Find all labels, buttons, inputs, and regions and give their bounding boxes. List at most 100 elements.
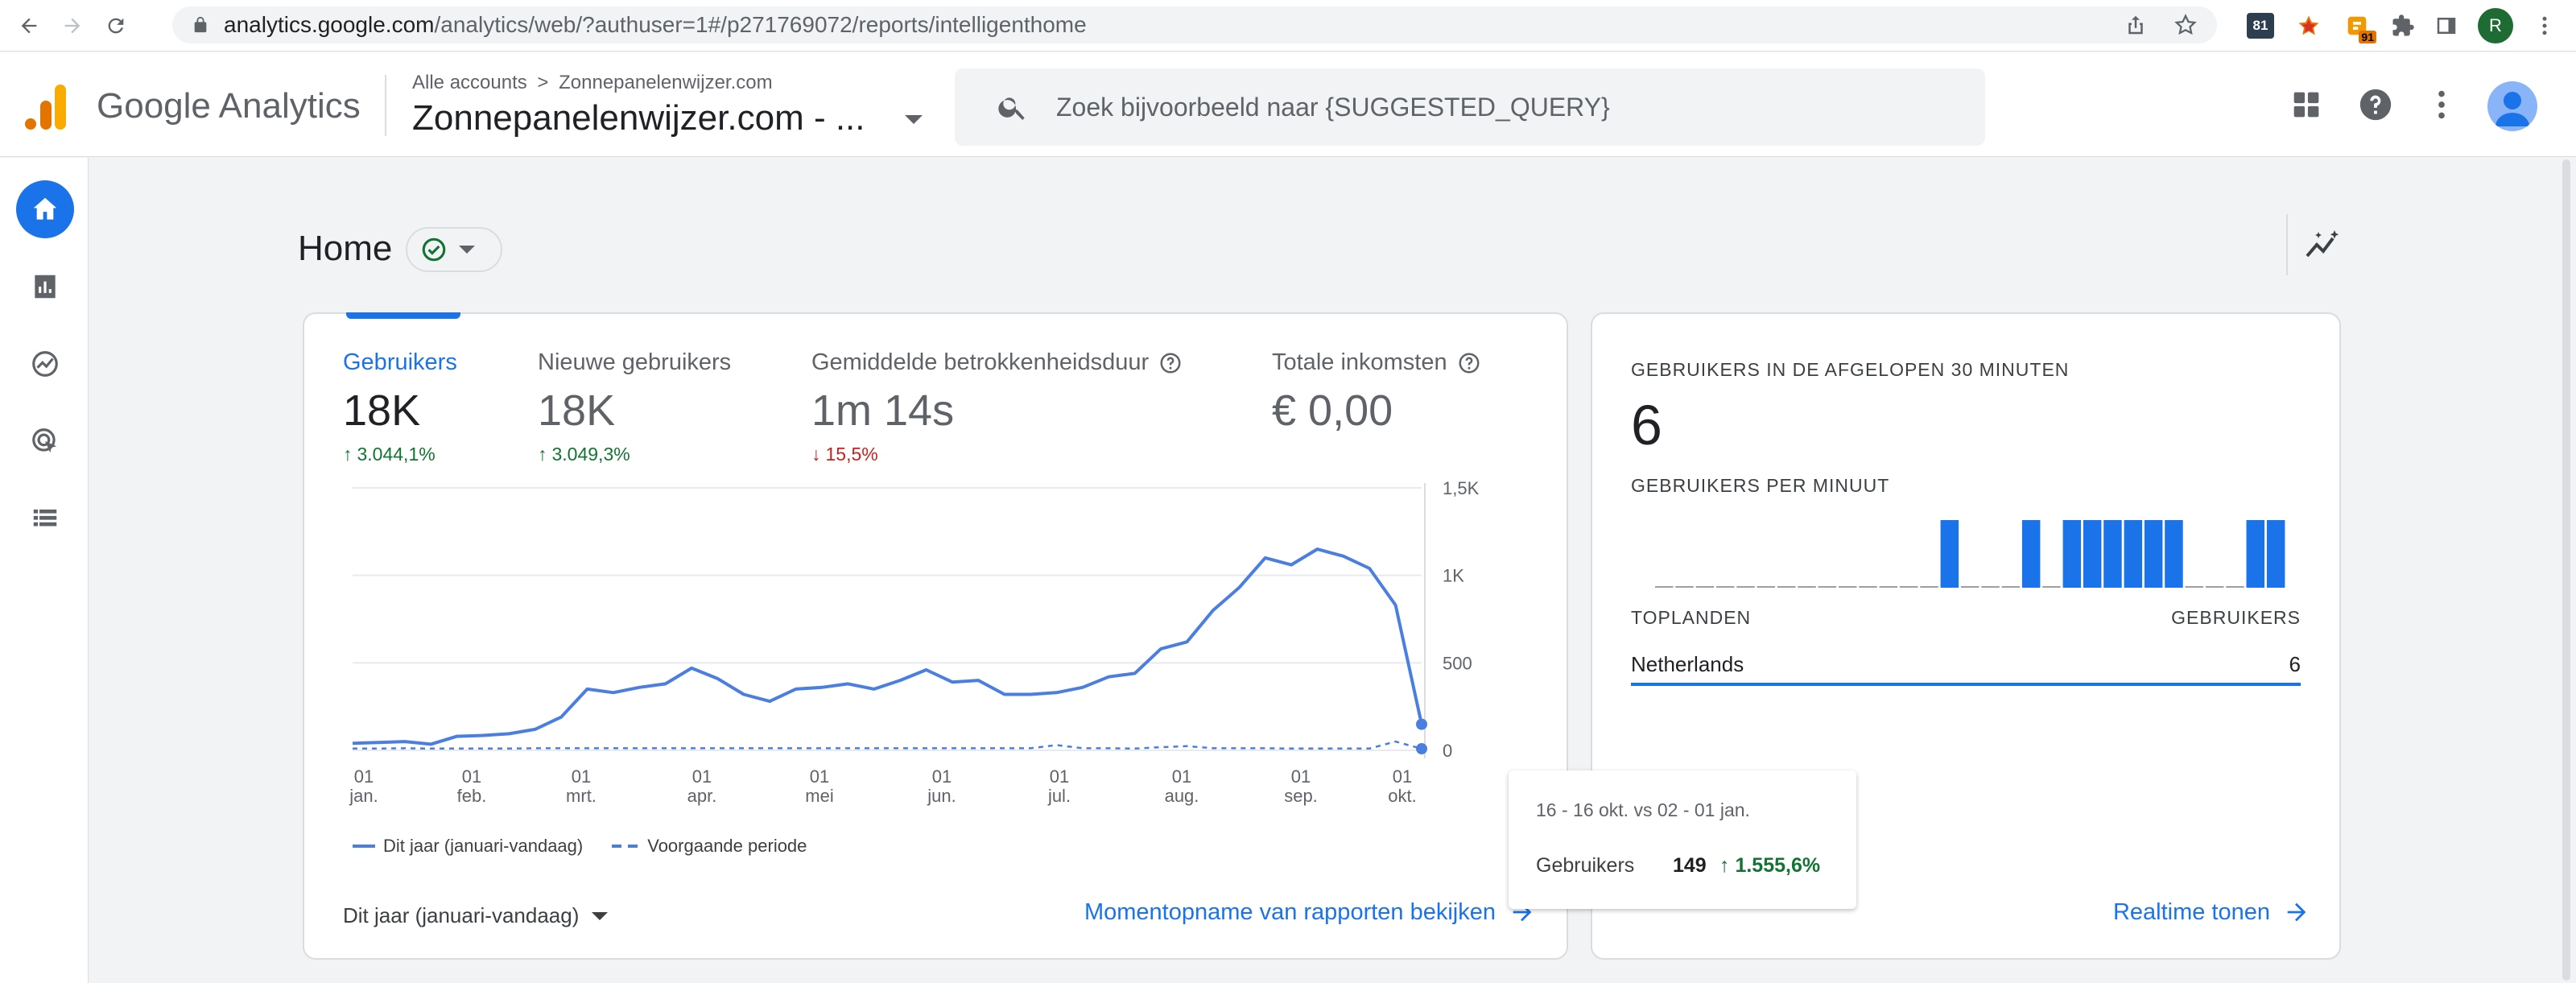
forward-button[interactable]	[53, 6, 92, 45]
more-options-icon[interactable]	[2423, 86, 2460, 123]
help-circle-icon[interactable]	[1457, 351, 1481, 375]
metric-tab-new-users[interactable]: Nieuwe gebruikers 18K ↑ 3.049,3%	[538, 349, 731, 465]
overview-card: Gebruikers 18K ↑ 3.044,1% Nieuwe gebruike…	[303, 312, 1568, 960]
per-minute-bar	[2083, 520, 2102, 588]
link-label: Momentopname van rapporten bekijken	[1084, 898, 1496, 925]
per-minute-bar	[2144, 520, 2163, 588]
bookmark-star-icon[interactable]	[2174, 13, 2198, 37]
metric-tab-engagement[interactable]: Gemiddelde betrokkenheidsduur 1m 14s ↓ 15…	[811, 349, 1183, 465]
per-minute-bar	[2103, 520, 2122, 588]
x-tick-label: 01 sep.	[1284, 766, 1318, 806]
status-chip[interactable]	[406, 227, 502, 272]
per-minute-bar	[2124, 520, 2143, 588]
per-minute-bar	[1818, 586, 1837, 588]
column-header-users: GEBRUIKERS	[2171, 607, 2301, 628]
help-icon[interactable]	[2357, 86, 2394, 123]
chart-legend: Dit jaar (januari-vandaag) Voorgaande pe…	[353, 836, 807, 857]
arrow-left-icon	[21, 18, 37, 33]
country-name: Netherlands	[1631, 652, 1744, 676]
per-minute-bar	[1655, 586, 1674, 588]
address-bar[interactable]: analytics.google.com/analytics/web/?auth…	[172, 6, 2217, 43]
view-snapshot-link[interactable]: Momentopname van rapporten bekijken	[1084, 898, 1536, 926]
series-end-point	[1416, 718, 1427, 730]
tooltip-value: 149	[1673, 854, 1707, 877]
extensions-puzzle-icon[interactable]	[2391, 14, 2415, 38]
browser-profile-avatar[interactable]: R	[2478, 8, 2513, 43]
per-minute-bar	[2165, 520, 2183, 588]
y-tick-label: 0	[1443, 741, 1452, 761]
metric-label: Nieuwe gebruikers	[538, 349, 732, 375]
realtime-users-value: 6	[1631, 394, 1662, 456]
per-minute-bar	[1736, 586, 1755, 588]
users-per-minute-chart	[1655, 520, 2285, 588]
extension-1-icon[interactable]: 81	[2246, 11, 2275, 40]
insights-icon[interactable]	[2304, 227, 2343, 262]
tooltip-metric: Gebruikers	[1536, 854, 1635, 877]
explore-icon	[32, 351, 58, 377]
realtime-link[interactable]: Realtime tonen	[2113, 898, 2310, 926]
extension-badge: 81	[2247, 13, 2274, 39]
metric-tab-revenue[interactable]: Totale inkomsten € 0,00	[1272, 349, 1481, 436]
metric-delta-value: 15,5%	[825, 444, 878, 465]
per-minute-bar	[2021, 520, 2041, 588]
nav-advertising[interactable]	[16, 412, 74, 470]
nav-explore[interactable]	[16, 335, 74, 393]
nav-configure[interactable]	[16, 489, 74, 547]
property-dropdown-icon[interactable]	[905, 115, 923, 124]
arrow-right-icon	[2287, 902, 2306, 922]
check-circle-icon	[422, 237, 446, 262]
date-range-value: Dit jaar (januari-vandaag)	[343, 903, 580, 927]
per-minute-bar	[1695, 586, 1715, 588]
back-button[interactable]	[10, 6, 48, 45]
nav-home[interactable]	[16, 180, 74, 238]
x-tick-label: 01 jun.	[927, 766, 956, 806]
scrollbar-thumb[interactable]	[2562, 159, 2570, 981]
date-range-select[interactable]: Dit jaar (januari-vandaag)	[343, 903, 609, 928]
help-circle-icon[interactable]	[1158, 351, 1183, 375]
per-minute-bar	[1716, 586, 1735, 588]
tooltip-delta-value: 1.555,6%	[1735, 854, 1821, 877]
per-minute-bar	[1981, 586, 2000, 588]
page-scrollbar[interactable]	[2560, 158, 2573, 983]
users-line-chart: 1,5K 1K 500 0 01 jan. 01 feb. 01 mrt. 01 apr. 01 mei 0…	[349, 478, 1479, 806]
browser-menu-icon[interactable]	[2533, 14, 2557, 38]
country-users: 6	[2289, 652, 2301, 676]
breadcrumb-account[interactable]: Zonnepanelenwijzer.com	[559, 72, 773, 93]
nav-reports[interactable]	[16, 258, 74, 316]
x-tick-label: 01 jan.	[349, 766, 378, 806]
x-tick-label: 01 aug.	[1165, 766, 1199, 806]
share-icon[interactable]	[2124, 13, 2148, 37]
legend-swatch-solid	[353, 845, 375, 848]
per-minute-bar	[2062, 520, 2082, 588]
metric-label: Gemiddelde betrokkenheidsduur	[811, 349, 1150, 375]
account-avatar[interactable]	[2487, 81, 2537, 131]
search-icon	[998, 97, 1025, 120]
tooltip-date: 16 - 16 okt. vs 02 - 01 jan.	[1536, 799, 1750, 820]
url-path: /analytics/web/?authuser=1#/p271769072/r…	[434, 12, 1087, 37]
per-minute-bar	[1960, 586, 1979, 588]
extension-orange-icon[interactable]: 91	[2343, 11, 2376, 43]
side-panel-icon[interactable]	[2434, 14, 2458, 38]
extension-count-badge: 91	[2359, 31, 2376, 43]
per-minute-label: GEBRUIKERS PER MINUUT	[1631, 475, 1890, 496]
metric-tab-users[interactable]: Gebruikers 18K ↑ 3.044,1%	[343, 349, 457, 465]
y-tick-label: 500	[1443, 653, 1472, 673]
reload-button[interactable]	[97, 6, 135, 45]
breadcrumb-root[interactable]: Alle accounts	[412, 72, 527, 93]
metric-delta: ↓ 15,5%	[811, 444, 1183, 465]
apps-grid-icon[interactable]	[2288, 86, 2325, 123]
search-input[interactable]: Zoek bijvoorbeeld naar {SUGGESTED_QUERY}	[955, 68, 1985, 146]
breadcrumb-separator: >	[537, 72, 549, 93]
series-line-previous	[353, 740, 1422, 750]
per-minute-bar	[1859, 586, 1877, 588]
person-icon	[2496, 92, 2529, 126]
property-selector[interactable]: Zonnepanelenwijzer.com - ...	[412, 98, 865, 138]
table-row[interactable]: Netherlands 6	[1631, 652, 2301, 677]
extension-star-icon[interactable]	[2294, 11, 2323, 40]
series-line-current	[352, 547, 1423, 746]
page-title: Home	[298, 229, 393, 268]
per-minute-bar	[1757, 586, 1776, 588]
home-icon	[33, 197, 57, 220]
legend-swatch-dashed	[612, 845, 640, 848]
arrow-up-icon: ↑	[1719, 854, 1736, 877]
